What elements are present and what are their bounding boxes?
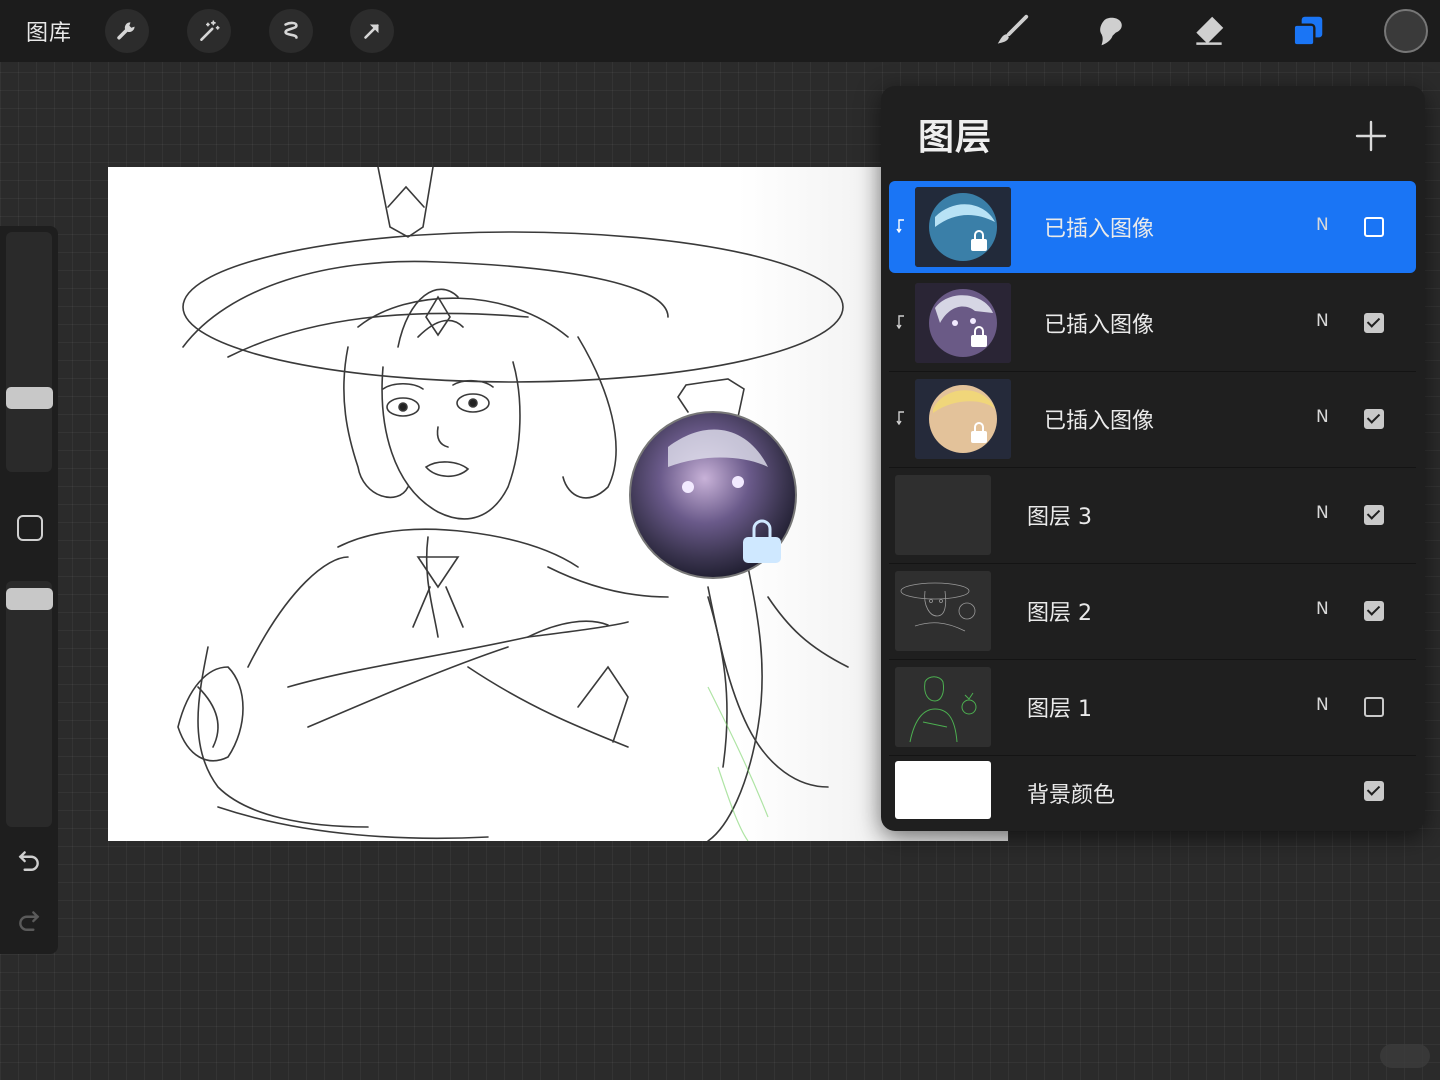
visibility-checkbox[interactable] [1364,313,1384,333]
layers-icon[interactable] [1287,10,1329,52]
clipping-mask-icon [896,411,904,425]
clipping-mask-icon [896,315,904,329]
panel-title: 图层 [918,117,993,158]
smudge-icon[interactable] [1090,10,1132,52]
transform-arrow-icon[interactable] [350,9,394,53]
layer-row[interactable]: 图层 2 N [889,565,1416,660]
layer-name[interactable]: 图层 3 [1027,499,1092,531]
layer-thumbnail[interactable] [895,761,991,819]
opacity-slider[interactable] [6,581,52,827]
layer-thumbnail[interactable] [915,379,1011,459]
magic-wand-icon[interactable] [187,9,231,53]
layer-thumbnail[interactable] [895,667,991,747]
visibility-checkbox[interactable] [1364,697,1384,717]
blend-mode-button[interactable]: N [1316,407,1329,427]
layer-thumbnail[interactable] [895,571,991,651]
layers-panel: 图层 已插入图像 N 已插入图像 N 已插入图像 N 图层 3 N 图层 2 N… [881,86,1425,831]
visibility-checkbox[interactable] [1364,601,1384,621]
visibility-checkbox[interactable] [1364,217,1384,237]
brush-size-slider[interactable] [6,232,52,472]
blend-mode-button[interactable]: N [1316,695,1329,715]
sidebar [0,226,58,954]
modify-button[interactable] [17,515,43,541]
selection-icon[interactable] [269,9,313,53]
layer-name[interactable]: 背景颜色 [1027,777,1115,809]
layer-thumbnail[interactable] [915,187,1011,267]
layer-name[interactable]: 已插入图像 [1044,403,1154,435]
layer-name[interactable]: 图层 1 [1027,691,1092,723]
layer-row[interactable]: 已插入图像 N [889,373,1416,468]
watermark-logo [1380,1044,1430,1068]
layer-name[interactable]: 已插入图像 [1044,307,1154,339]
layer-row[interactable]: 背景颜色 [889,753,1416,829]
blend-mode-button[interactable]: N [1316,599,1329,619]
drawing-canvas[interactable] [108,167,1008,841]
eraser-icon[interactable] [1188,10,1230,52]
wrench-icon[interactable] [105,9,149,53]
opacity-thumb[interactable] [6,588,53,610]
layer-row[interactable]: 已插入图像 N [889,277,1416,372]
visibility-checkbox[interactable] [1364,505,1384,525]
undo-button[interactable] [14,845,44,875]
visibility-checkbox[interactable] [1364,781,1384,801]
brush-icon[interactable] [991,10,1033,52]
brush-size-thumb[interactable] [6,387,53,409]
blend-mode-button[interactable]: N [1316,311,1329,331]
layer-row[interactable]: 图层 1 N [889,661,1416,756]
layer-name[interactable]: 图层 2 [1027,595,1092,627]
clipping-mask-icon [896,219,904,233]
layer-thumbnail[interactable] [895,475,991,555]
blend-mode-button[interactable]: N [1316,215,1329,235]
layer-thumbnail[interactable] [915,283,1011,363]
layer-name[interactable]: 已插入图像 [1044,211,1154,243]
gallery-button[interactable]: 图库 [26,15,72,47]
redo-button[interactable] [14,905,44,935]
visibility-checkbox[interactable] [1364,409,1384,429]
layer-row[interactable]: 图层 3 N [889,469,1416,564]
layer-row[interactable]: 已插入图像 N [889,181,1416,273]
blend-mode-button[interactable]: N [1316,503,1329,523]
add-layer-button[interactable] [1351,116,1391,156]
top-toolbar: 图库 [0,0,1440,62]
color-picker-button[interactable] [1384,9,1428,53]
sketch-artwork [177,167,849,841]
